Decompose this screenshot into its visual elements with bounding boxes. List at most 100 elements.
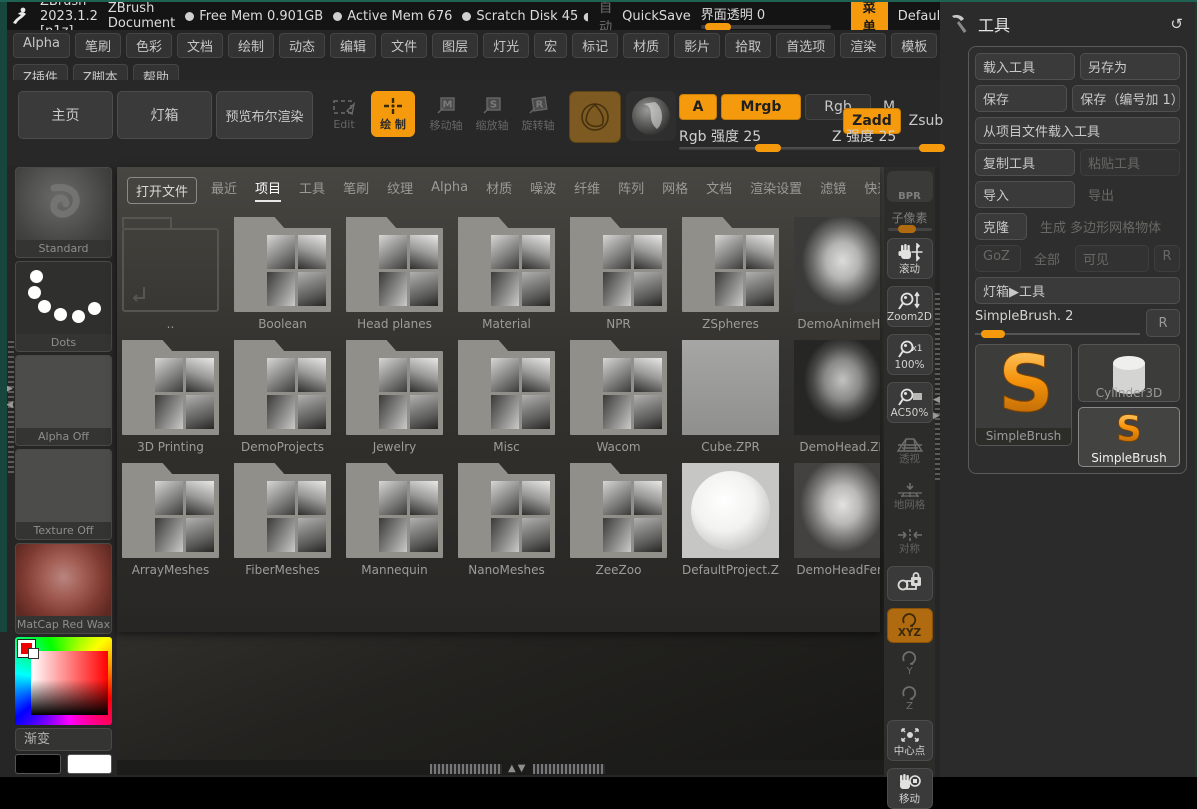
lightbox-tab[interactable]: 项目	[255, 178, 282, 202]
menu-item[interactable]: 拾取	[725, 33, 772, 58]
lightbox-item-thumbnail[interactable]	[570, 340, 667, 435]
edit-mode-button[interactable]: Edit	[322, 91, 366, 137]
lightbox-item[interactable]: Head planes	[346, 217, 443, 331]
current-material-item[interactable]: MatCap Red Wax	[15, 543, 112, 634]
lightbox-item-thumbnail[interactable]	[122, 217, 219, 312]
material-thumbnail[interactable]	[16, 544, 111, 616]
pick-hammer-icon[interactable]	[948, 13, 970, 35]
saturation-value-square[interactable]	[31, 651, 108, 715]
lightbox-item-thumbnail[interactable]	[234, 340, 331, 435]
lightbox-item[interactable]: Wacom	[570, 340, 667, 454]
lightbox-item[interactable]: Jewelry	[346, 340, 443, 454]
draw-mode-button[interactable]: 绘 制	[371, 91, 415, 137]
brush-thumbnail[interactable]	[16, 168, 111, 240]
make-polymesh-button[interactable]: 生成 多边形网格物体	[1032, 213, 1180, 240]
window-border-left[interactable]	[0, 0, 7, 632]
quicksave-button[interactable]: QuickSave	[622, 9, 691, 24]
camera-lock-button[interactable]	[886, 566, 933, 601]
palette-title[interactable]: 工具	[978, 12, 1010, 36]
lightbox-tab[interactable]: Alpha	[431, 180, 468, 200]
slider-handle[interactable]	[755, 144, 781, 152]
export-button[interactable]: 导出	[1080, 181, 1180, 208]
lightbox-item[interactable]: DemoHead.ZP	[794, 340, 880, 454]
current-material-button[interactable]	[626, 91, 676, 141]
lightbox-tab[interactable]: 渲染设置	[750, 178, 802, 202]
center-point-button[interactable]: 中心点	[886, 720, 933, 761]
rotate-button[interactable]: Z	[887, 685, 933, 713]
active-tool-slider[interactable]: SimpleBrush. 2 R	[975, 309, 1180, 339]
current-tool-button[interactable]	[569, 91, 621, 143]
lightbox-tab[interactable]: 纹理	[387, 178, 413, 202]
load-tool-button[interactable]: 载入工具	[975, 53, 1075, 80]
lightbox-tab[interactable]: 材质	[486, 178, 512, 202]
menu-item[interactable]: 模板	[891, 33, 938, 58]
menu-item[interactable]: 灯光	[483, 33, 530, 58]
menu-item[interactable]: 文件	[381, 33, 428, 58]
lightbox-item[interactable]: ArrayMeshes	[122, 463, 219, 577]
scale-axis-button[interactable]: S 缩放轴	[468, 91, 516, 137]
active-tool-thumbnail[interactable]: S SimpleBrush	[975, 344, 1072, 446]
lightbox-item[interactable]: Boolean	[234, 217, 331, 331]
rotate-button[interactable]: Y	[887, 650, 933, 678]
tool-r-button[interactable]: R	[1146, 309, 1180, 337]
zoom-2d-button[interactable]: Zoom2D	[886, 286, 933, 327]
lightbox-item-thumbnail[interactable]	[682, 340, 779, 435]
zoom-actual-button[interactable]: x1 100%	[886, 334, 933, 375]
menu-item[interactable]: 影片	[674, 33, 721, 58]
lightbox-item-thumbnail[interactable]	[122, 463, 219, 558]
lightbox-item-thumbnail[interactable]	[234, 463, 331, 558]
home-button[interactable]: 主页	[18, 91, 113, 139]
menu-item[interactable]: 渲染	[840, 33, 887, 58]
lightbox-item-thumbnail[interactable]	[794, 340, 880, 435]
lightbox-item[interactable]: 3D Printing	[122, 340, 219, 454]
lightbox-item-thumbnail[interactable]	[570, 463, 667, 558]
stroke-thumbnail[interactable]	[16, 262, 111, 334]
copy-tool-button[interactable]: 复制工具	[975, 149, 1075, 176]
lightbox-item-thumbnail[interactable]	[794, 217, 880, 312]
tool-item-simplebrush[interactable]: S SimpleBrush	[1078, 407, 1180, 467]
lightbox-item-thumbnail[interactable]	[570, 217, 667, 312]
goz-visible-button[interactable]: 可见	[1075, 245, 1149, 272]
current-alpha-item[interactable]: Alpha Off	[15, 355, 112, 446]
save-as-button[interactable]: 另存为	[1080, 53, 1180, 80]
lightbox-to-tool-button[interactable]: 灯箱▶工具	[975, 277, 1180, 304]
lightbox-item[interactable]: DemoAnimeHe	[794, 217, 880, 331]
lightbox-tab[interactable]: 噪波	[530, 178, 556, 202]
lightbox-item[interactable]: Material	[458, 217, 555, 331]
goz-all-button[interactable]: 全部	[1026, 245, 1070, 272]
z-intensity-slider[interactable]: Z 强度 25	[806, 126, 945, 152]
lightbox-item[interactable]: DemoHeadFem	[794, 463, 880, 577]
menu-item[interactable]: 动态	[279, 33, 326, 58]
lightbox-item-thumbnail[interactable]	[122, 340, 219, 435]
import-button[interactable]: 导入	[975, 181, 1075, 208]
save-button[interactable]: 保存	[975, 85, 1068, 112]
menu-item[interactable]: Alpha	[13, 33, 70, 58]
texture-thumbnail[interactable]	[16, 450, 111, 522]
paste-tool-button[interactable]: 粘贴工具	[1080, 149, 1180, 176]
lightbox-item-thumbnail[interactable]	[794, 463, 880, 558]
lightbox-item[interactable]: FiberMeshes	[234, 463, 331, 577]
reset-palette-icon[interactable]: ↺	[1170, 15, 1183, 33]
menu-item[interactable]: 宏	[534, 33, 568, 58]
color-picker[interactable]	[15, 637, 112, 725]
lightbox-item-thumbnail[interactable]	[346, 340, 443, 435]
lightbox-tab[interactable]: 滤镜	[820, 178, 846, 202]
current-brush-item[interactable]: Standard	[15, 167, 112, 258]
document-title[interactable]: ZBrush Document	[108, 1, 175, 31]
slider-handle[interactable]	[981, 330, 1005, 338]
lightbox-item[interactable]: NanoMeshes	[458, 463, 555, 577]
goz-r-button[interactable]: R	[1154, 245, 1180, 272]
lightbox-tab[interactable]: 纤维	[574, 178, 600, 202]
current-texture-item[interactable]: Texture Off	[15, 449, 112, 540]
lightbox-button[interactable]: 灯箱	[117, 91, 212, 139]
open-file-button[interactable]: 打开文件	[127, 176, 198, 204]
lightbox-item-thumbnail[interactable]	[682, 463, 779, 558]
lightbox-item[interactable]: Mannequin	[346, 463, 443, 577]
perspective-button[interactable]: 透视	[887, 430, 933, 469]
preview-boolean-button[interactable]: 预览布尔渲染	[216, 91, 313, 139]
current-stroke-item[interactable]: Dots	[15, 261, 112, 352]
lightbox-tab[interactable]: 笔刷	[343, 178, 369, 202]
mrgb-mode-button[interactable]: Mrgb	[721, 94, 801, 120]
left-tray-splitter[interactable]: ▶ ◀	[6, 338, 14, 473]
color-cursor[interactable]	[28, 648, 39, 659]
